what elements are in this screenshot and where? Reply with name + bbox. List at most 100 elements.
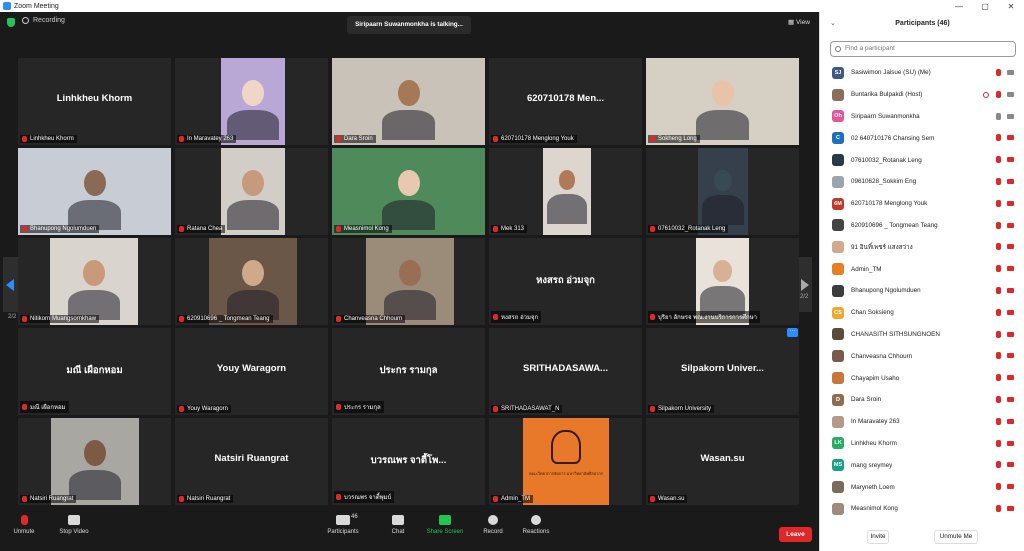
participant-search-input[interactable]: Find a participant	[830, 41, 1016, 57]
muted-mic-icon	[22, 226, 27, 232]
participant-row[interactable]: D Dara Sroin	[820, 389, 1024, 411]
more-options-button[interactable]: ···	[787, 328, 798, 337]
video-tile[interactable]: Mek 313	[489, 148, 642, 235]
tile-display-name: มณี เผือกหอม	[66, 365, 123, 376]
video-tile[interactable]: 620710178 Men... 620710178 Menglong Youk	[489, 58, 642, 145]
participants-button[interactable]: Participants	[321, 510, 365, 535]
tile-name-text: ประกร รามกุล	[344, 405, 381, 411]
participant-row[interactable]: Chayapim Usaho	[820, 367, 1024, 389]
participant-row[interactable]: MS mang sreymey	[820, 454, 1024, 476]
participant-row[interactable]: 09610628_Sokkim Eng	[820, 171, 1024, 193]
video-off-icon	[1007, 418, 1014, 424]
video-tile[interactable]: Bhanupong Ngolumduen	[18, 148, 171, 235]
video-tile[interactable]: คณะวิทยาการจัดการ มหาวิทยาลัยศิลปากร Admi…	[489, 418, 642, 505]
video-tile[interactable]: Dara Sroin	[332, 58, 485, 145]
share-screen-label: Share Screen	[426, 529, 464, 535]
video-tile[interactable]: SRITHADASAWA... SRITHADASAWAT_N	[489, 328, 642, 415]
video-tile[interactable]: Nitikorn Muangsornkhaw	[18, 238, 171, 325]
tile-name-label: In Maravatey 263	[177, 135, 237, 143]
participant-row[interactable]: 6M 620710178 Menglong Youk	[820, 193, 1024, 215]
video-tile[interactable]: Linhkheu Khorm Linhkheu Khorm	[18, 58, 171, 145]
muted-mic-icon	[493, 226, 498, 232]
tile-name-label: บุริยา อักษรจ พณ.งานบริการการศึกษา	[648, 311, 761, 323]
encryption-shield-icon[interactable]	[7, 18, 15, 27]
participant-row[interactable]: CS Chan Soksieng	[820, 302, 1024, 324]
tile-name-text: Wasan.su	[658, 496, 685, 502]
view-button[interactable]: ▦ View	[788, 18, 810, 26]
participant-row[interactable]: In Maravatey 263	[820, 411, 1024, 433]
participant-row[interactable]: 91 อินทิ์เพชร์ แสงสว่าง	[820, 236, 1024, 258]
video-tile[interactable]: Sokheng Long	[646, 58, 799, 145]
leave-button[interactable]: Leave	[779, 527, 812, 542]
video-off-icon	[1007, 484, 1014, 490]
participant-row[interactable]: 07610032_Rotanak Leng	[820, 149, 1024, 171]
participant-row[interactable]: LK Linhkheu Khorm	[820, 433, 1024, 455]
muted-mic-icon	[996, 156, 1001, 164]
avatar: 6M	[832, 197, 844, 210]
participant-list: SJ Sasiwimon Jaisue (SU) (Me) Buntarika Bu…	[820, 62, 1024, 520]
tile-name-label: ประกร รามกุล	[334, 401, 384, 413]
video-tile[interactable]: Youy Waragorn Youy Waragorn	[175, 328, 328, 415]
video-tile[interactable]: บุริยา อักษรจ พณ.งานบริการการศึกษา	[646, 238, 799, 325]
video-tile[interactable]: Natsiri Ruangrat	[18, 418, 171, 505]
participant-row[interactable]: Chanveasna Chhourn	[820, 345, 1024, 367]
participant-row[interactable]: Measnimol Kong	[820, 498, 1024, 520]
recording-indicator[interactable]: Recording	[22, 17, 65, 24]
participant-face	[558, 170, 576, 191]
participant-row[interactable]: Maryneth Loem	[820, 476, 1024, 498]
video-tile[interactable]: Natsiri Ruangrat Natsiri Ruangrat	[175, 418, 328, 505]
participant-video	[221, 58, 285, 145]
video-off-icon	[1007, 440, 1014, 446]
participant-name: 02 640710176 Chansing Sem	[851, 134, 935, 142]
tile-display-name: SRITHADASAWA...	[523, 363, 608, 374]
video-tile[interactable]: 07610032_Rotanak Leng	[646, 148, 799, 235]
video-tile[interactable]: บวรณพร จาตี้โพ... บวรณพร จาตี้พุมบ์	[332, 418, 485, 505]
stop-video-button[interactable]: Stop Video	[52, 510, 96, 535]
video-tile[interactable]: ประกร รามกุล ประกร รามกุล	[332, 328, 485, 415]
video-tile[interactable]: มณี เผือกหอม มณี เผือกหอม	[18, 328, 171, 415]
participant-row[interactable]: CHANASITH SITHSUNGNOEN	[820, 324, 1024, 346]
participant-row[interactable]: 620910696 _ Tongmean Teang	[820, 215, 1024, 237]
tile-name-label: Dara Sroin	[334, 135, 376, 143]
participant-row[interactable]: C 02 640710176 Chansing Sem	[820, 127, 1024, 149]
minimize-button[interactable]: —	[946, 2, 972, 11]
participant-row[interactable]: Buntarika Bulpakdi (Host)	[820, 84, 1024, 106]
video-tile[interactable]: 620910696 _ Tongmean Teang	[175, 238, 328, 325]
participant-name: 09610628_Sokkim Eng	[851, 178, 917, 186]
tile-name-label: 620710178 Menglong Youk	[491, 135, 577, 143]
tile-name-label: SRITHADASAWAT_N	[491, 405, 563, 413]
participant-face	[242, 80, 264, 107]
close-button[interactable]: ✕	[998, 2, 1024, 11]
chat-button[interactable]: Chat	[376, 510, 420, 535]
participant-name: Chayapim Usaho	[851, 374, 900, 382]
muted-mic-icon	[179, 136, 184, 142]
participant-row[interactable]: Oh Siripaarn Suwanmonkha	[820, 106, 1024, 128]
muted-mic-icon	[996, 461, 1001, 469]
prev-page-button[interactable]	[3, 257, 18, 312]
participant-row[interactable]: SJ Sasiwimon Jaisue (SU) (Me)	[820, 62, 1024, 84]
muted-mic-icon	[179, 226, 184, 232]
video-tile[interactable]: Chanveasna Chhourn	[332, 238, 485, 325]
participant-row[interactable]: Admin_TM	[820, 258, 1024, 280]
collapse-chevron-icon[interactable]: ⌄	[830, 12, 836, 36]
participant-row[interactable]: Bhanupong Ngolumduen	[820, 280, 1024, 302]
participant-body	[382, 110, 435, 141]
video-tile[interactable]: หงสรถ อ่วมจุก หงสรถ อ่วมจุก	[489, 238, 642, 325]
reactions-button[interactable]: Reactions	[514, 510, 558, 535]
participants-label: Participants	[327, 529, 359, 535]
tile-name-text: Admin_TM	[501, 496, 531, 502]
unmute-me-button[interactable]: Unmute Me	[934, 530, 978, 544]
video-tile[interactable]: Wasan.su Wasan.su	[646, 418, 799, 505]
share-screen-button[interactable]: Share Screen	[423, 510, 467, 535]
video-tile[interactable]: In Maravatey 263	[175, 58, 328, 145]
participant-name: Buntarika Bulpakdi (Host)	[851, 91, 923, 99]
video-tile[interactable]: Silpakorn Univer... Silpakorn University	[646, 328, 799, 415]
avatar	[832, 284, 844, 297]
invite-button[interactable]: Invite	[867, 530, 889, 544]
unmute-button[interactable]: Unmute	[2, 510, 46, 535]
video-tile[interactable]: Measnimol Kong	[332, 148, 485, 235]
video-tile[interactable]: Ratana Chea	[175, 148, 328, 235]
maximize-button[interactable]: ▢	[972, 2, 998, 11]
page-indicator-right: 2/2	[800, 294, 809, 300]
record-button[interactable]: Record	[471, 510, 515, 535]
